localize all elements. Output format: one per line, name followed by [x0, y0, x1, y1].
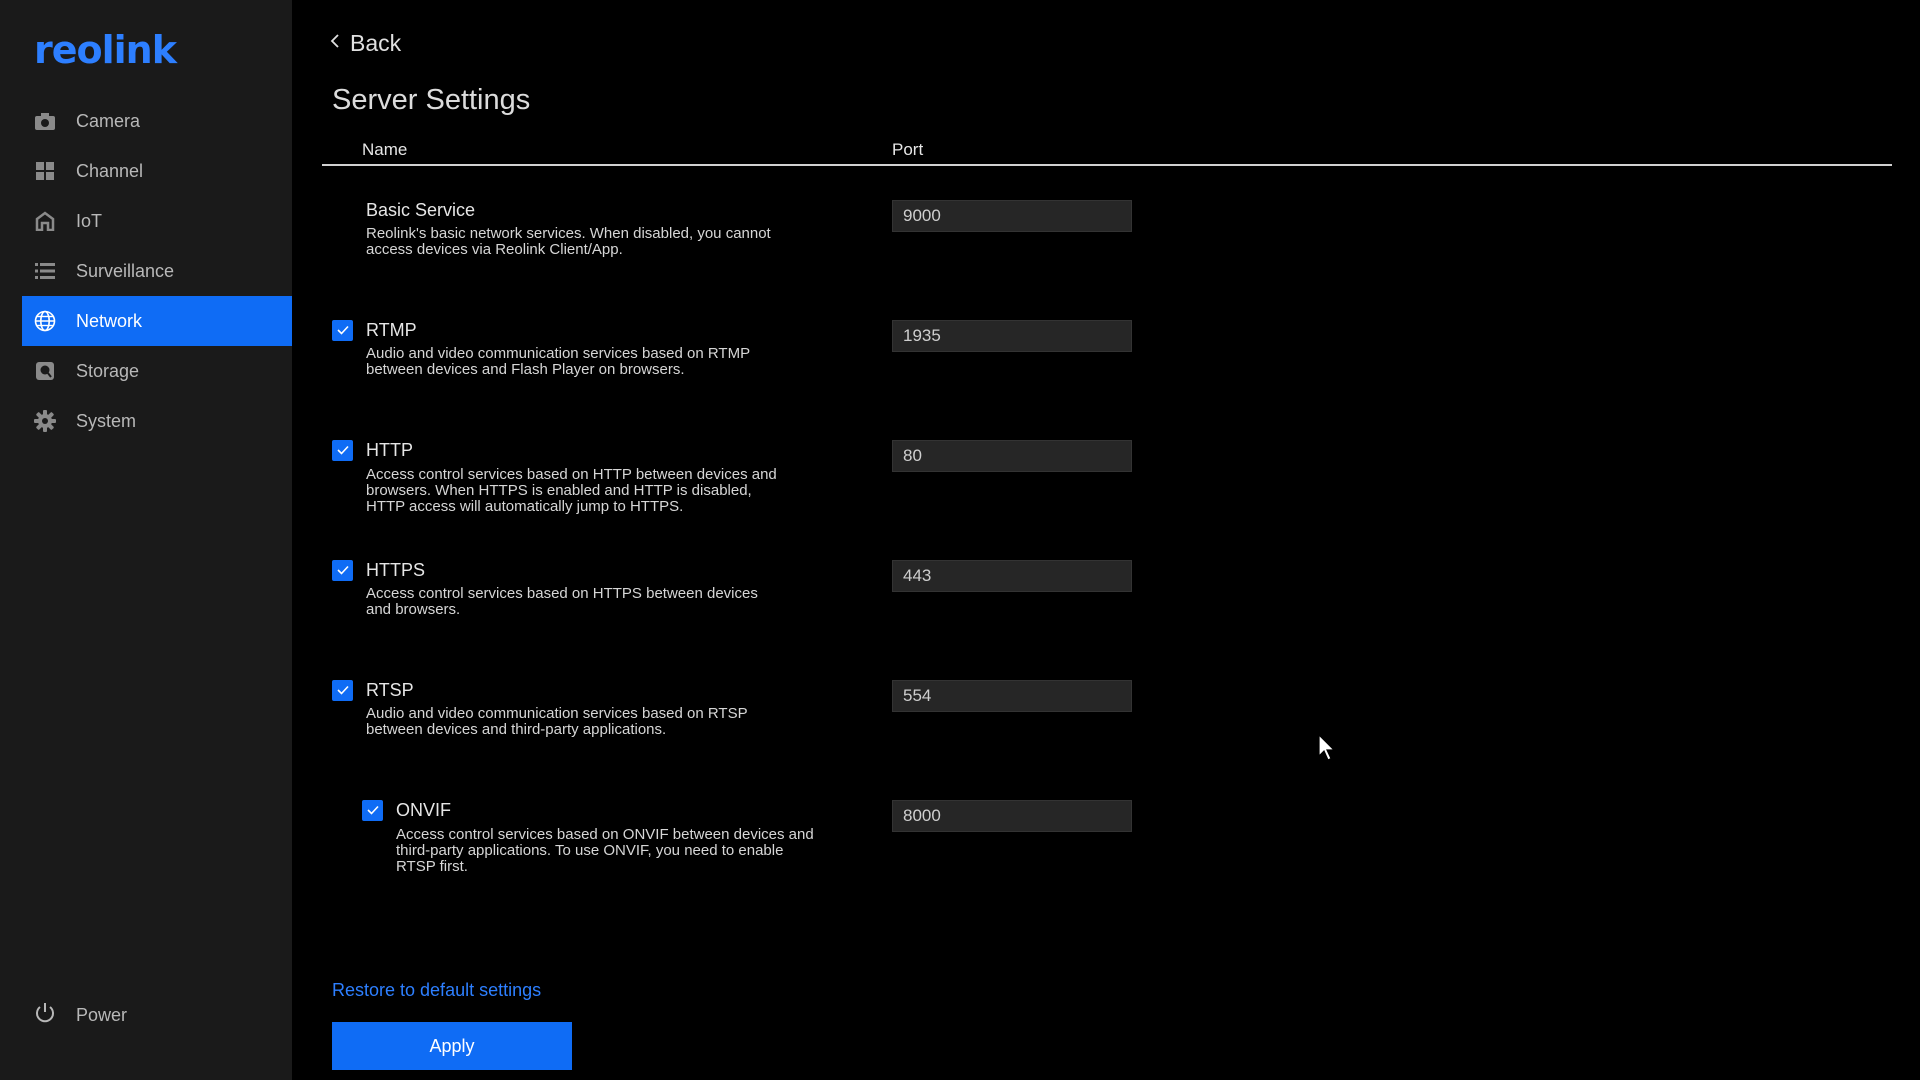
- service-description: Reolink's basic network services. When d…: [366, 225, 771, 258]
- sidebar-item-surveillance[interactable]: Surveillance: [22, 246, 292, 296]
- checkbox-rtmp[interactable]: [332, 320, 353, 341]
- back-button[interactable]: Back: [330, 30, 401, 57]
- checkbox-http[interactable]: [332, 440, 353, 461]
- sidebar-item-camera[interactable]: Camera: [22, 96, 292, 146]
- service-name: Basic Service: [366, 200, 476, 220]
- port-input-http[interactable]: [892, 440, 1132, 472]
- home-icon: [34, 210, 56, 232]
- grid-icon: [34, 160, 56, 182]
- page-title: Server Settings: [332, 84, 531, 116]
- sidebar-item-label: Surveillance: [76, 260, 175, 281]
- checkbox-onvif[interactable]: [362, 800, 383, 821]
- port-input-rtsp[interactable]: [892, 680, 1132, 712]
- service-name: ONVIF: [396, 800, 452, 820]
- chevron-left-icon: [330, 33, 340, 54]
- check-icon: [336, 562, 349, 580]
- column-header-port: Port: [892, 140, 924, 159]
- checkbox-rtsp[interactable]: [332, 680, 353, 701]
- port-input-rtmp[interactable]: [892, 320, 1132, 352]
- sidebar-item-system[interactable]: System: [22, 396, 292, 446]
- power-icon: [34, 1002, 56, 1029]
- main-content: Back Server Settings Name Port Basic Ser…: [292, 0, 1920, 1080]
- sidebar-item-label: Camera: [76, 110, 141, 131]
- service-name: RTSP: [366, 680, 414, 700]
- sidebar-item-network[interactable]: Network: [22, 296, 292, 346]
- sidebar-item-label: Network: [76, 310, 143, 331]
- check-icon: [336, 682, 349, 700]
- check-icon: [336, 322, 349, 340]
- sidebar-nav: Camera Channel IoT Surveillance Network: [22, 96, 292, 446]
- table-header: Name Port: [322, 138, 1892, 166]
- sidebar-item-channel[interactable]: Channel: [22, 146, 292, 196]
- gear-icon: [34, 410, 56, 432]
- service-name: HTTPS: [366, 560, 426, 580]
- apply-button[interactable]: Apply: [332, 1022, 572, 1070]
- port-input-basic[interactable]: [892, 200, 1132, 232]
- column-header-name: Name: [362, 140, 408, 159]
- power-label: Power: [76, 1004, 128, 1025]
- service-description: Access control services based on HTTPS b…: [366, 585, 758, 618]
- check-icon: [366, 802, 379, 820]
- sidebar-item-label: Storage: [76, 360, 140, 381]
- sidebar-item-label: Channel: [76, 160, 144, 181]
- check-icon: [336, 442, 349, 460]
- camera-icon: [34, 110, 56, 132]
- sidebar-item-storage[interactable]: Storage: [22, 346, 292, 396]
- port-input-https[interactable]: [892, 560, 1132, 592]
- service-name: HTTP: [366, 440, 413, 460]
- service-name: RTMP: [366, 320, 417, 340]
- mouse-cursor-icon: [1318, 733, 1336, 767]
- storage-icon: [34, 360, 56, 382]
- service-description: Access control services based on HTTP be…: [366, 466, 777, 515]
- service-description: Access control services based on ONVIF b…: [396, 826, 814, 875]
- service-description: Audio and video communication services b…: [366, 345, 750, 378]
- checkbox-https[interactable]: [332, 560, 353, 581]
- back-label: Back: [350, 30, 402, 56]
- list-icon: [34, 260, 56, 282]
- restore-default-link[interactable]: Restore to default settings: [332, 980, 541, 1001]
- sidebar-item-iot[interactable]: IoT: [22, 196, 292, 246]
- globe-icon: [34, 310, 56, 332]
- service-description: Audio and video communication services b…: [366, 705, 748, 738]
- logo-text: reolink: [34, 28, 177, 72]
- sidebar-item-label: IoT: [76, 210, 103, 231]
- sidebar-item-label: System: [76, 410, 137, 431]
- reolink-logo: reolink: [34, 28, 177, 72]
- sidebar: reolink Camera Channel IoT Surveillance: [0, 0, 292, 1080]
- port-input-onvif[interactable]: [892, 800, 1132, 832]
- power-button[interactable]: Power: [34, 1000, 127, 1030]
